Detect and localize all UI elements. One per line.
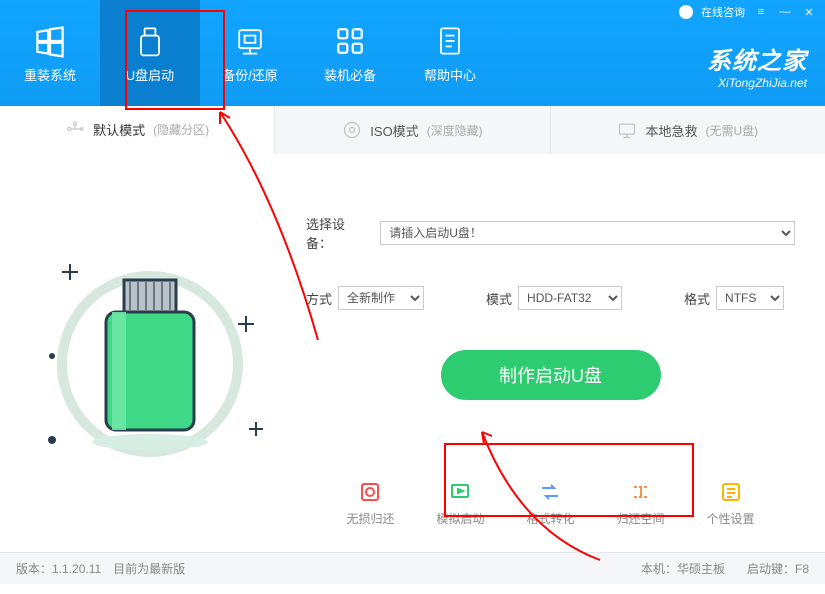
mode-iso[interactable]: ISO模式 (深度隐藏)	[275, 106, 550, 154]
nav-item-label: 装机必备	[324, 65, 376, 84]
version-text: 版本：1.1.20.11 目前为最新版	[16, 560, 185, 577]
mode-default[interactable]: 默认模式 (隐藏分区)	[0, 106, 275, 154]
action-reclaim-space[interactable]: 归还空间	[617, 480, 665, 527]
help-icon	[432, 23, 468, 59]
nav-item-label: 重装系统	[24, 65, 76, 84]
nav-reinstall[interactable]: 重装系统	[0, 0, 100, 106]
nav-usb-boot[interactable]: U盘启动	[100, 0, 200, 106]
restore-icon	[358, 480, 382, 504]
device-label: 选择设备：	[306, 214, 370, 252]
board-text: 本机：华硕主板	[641, 560, 725, 577]
mode-select[interactable]: HDD-FAT32	[518, 286, 622, 310]
play-icon	[448, 480, 472, 504]
mode-note: (无需U盘)	[705, 122, 758, 139]
convert-icon	[538, 480, 562, 504]
apps-icon	[332, 23, 368, 59]
nav-item-label: 帮助中心	[424, 65, 476, 84]
mode-label: 模式	[486, 289, 512, 308]
close-icon[interactable]: ✕	[801, 4, 817, 20]
usb-icon	[132, 23, 168, 59]
minimize-icon[interactable]: —	[777, 4, 793, 20]
windows-icon	[32, 23, 68, 59]
brand-subtitle: XiTongZhiJia.net	[707, 76, 807, 90]
format-select[interactable]: NTFS	[716, 286, 784, 310]
format-label: 格式	[684, 289, 710, 308]
brand-title: 系统之家	[707, 41, 807, 76]
nav-help[interactable]: 帮助中心	[400, 0, 500, 106]
mode-note: (深度隐藏)	[427, 122, 483, 139]
settings-icon	[719, 480, 743, 504]
usb-illustration	[0, 154, 300, 552]
bootkey-text: 启动键：F8	[747, 560, 809, 577]
create-usb-button[interactable]: 制作启动U盘	[441, 350, 661, 400]
action-label: 归还空间	[617, 510, 665, 527]
action-simulate-boot[interactable]: 模拟启动	[436, 480, 484, 527]
action-lossless-restore[interactable]: 无损归还	[346, 480, 394, 527]
consult-link[interactable]: 在线咨询	[701, 4, 745, 20]
device-select[interactable]: 请插入启动U盘！	[380, 221, 795, 245]
action-format-convert[interactable]: 格式转化	[526, 480, 574, 527]
usb-small-icon	[65, 119, 85, 139]
iso-icon	[342, 120, 362, 140]
status-bar: 版本：1.1.20.11 目前为最新版 本机：华硕主板 启动键：F8	[0, 552, 825, 584]
action-label: 格式转化	[526, 510, 574, 527]
nav-item-label: U盘启动	[126, 65, 174, 84]
mode-note: (隐藏分区)	[153, 121, 209, 138]
backup-icon	[232, 23, 268, 59]
action-label: 模拟启动	[436, 510, 484, 527]
mode-local[interactable]: 本地急救 (无需U盘)	[551, 106, 825, 154]
method-label: 方式	[306, 289, 332, 308]
method-select[interactable]: 全新制作	[338, 286, 424, 310]
nav-essentials[interactable]: 装机必备	[300, 0, 400, 106]
mode-label: ISO模式	[370, 121, 418, 140]
space-icon	[629, 480, 653, 504]
nav-item-label: 备份/还原	[222, 65, 278, 84]
brand-logo: 系统之家 XiTongZhiJia.net	[707, 41, 807, 90]
action-label: 个性设置	[707, 510, 755, 527]
penguin-icon	[679, 5, 693, 19]
action-label: 无损归还	[346, 510, 394, 527]
menu-icon[interactable]: ≡	[753, 4, 769, 20]
mode-label: 本地急救	[645, 121, 697, 140]
nav-backup[interactable]: 备份/还原	[200, 0, 300, 106]
mode-label: 默认模式	[93, 120, 145, 139]
action-personalize[interactable]: 个性设置	[707, 480, 755, 527]
monitor-icon	[617, 120, 637, 140]
